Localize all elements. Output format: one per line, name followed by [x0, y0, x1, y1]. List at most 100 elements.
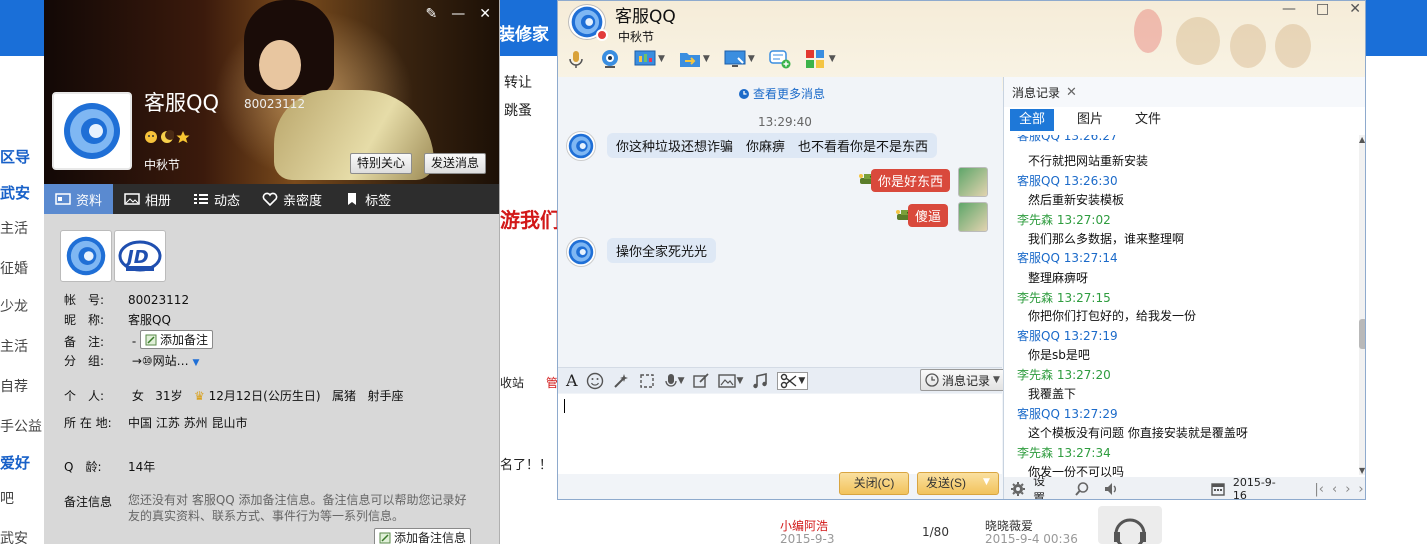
search-icon[interactable]	[1074, 481, 1089, 497]
history-tab-files[interactable]: 文件	[1126, 109, 1170, 131]
chevron-down-icon[interactable]: ▼	[993, 375, 1000, 385]
close-button[interactable]: ✕	[479, 6, 491, 22]
message-bubble-sent[interactable]: 傻逼	[908, 204, 949, 227]
maximize-button[interactable]: □	[1316, 1, 1329, 17]
tab-album[interactable]: 相册	[113, 184, 182, 214]
mid-text[interactable]: 跳蚤	[504, 100, 532, 120]
sender-avatar[interactable]	[566, 237, 596, 267]
side-link[interactable]: 征婚	[0, 258, 28, 278]
first-page-icon[interactable]: |‹	[1314, 482, 1324, 497]
scrollbar-thumb[interactable]	[1359, 319, 1365, 349]
chevron-down-icon[interactable]: ▼	[658, 54, 665, 64]
minimize-button[interactable]: —	[451, 6, 465, 22]
history-message[interactable]: 你是sb是吧	[1028, 346, 1090, 363]
chevron-down-icon[interactable]: ▼	[703, 54, 710, 64]
magic-wand-icon[interactable]	[612, 372, 630, 390]
skin-brush-icon[interactable]: ✎	[426, 6, 438, 22]
minimize-button[interactable]: —	[1282, 1, 1296, 17]
message-bubble-received[interactable]: 你这种垃圾还想诈骗 你麻痹 也不看看你是不是东西	[607, 133, 938, 158]
customer-support-widget[interactable]	[1098, 506, 1162, 544]
side-link[interactable]: 区导	[0, 146, 30, 167]
send-image-button[interactable]: ▼	[718, 373, 743, 389]
my-avatar[interactable]	[958, 202, 988, 232]
profile-avatar[interactable]	[52, 92, 132, 170]
chevron-down-icon[interactable]: ▼	[192, 358, 199, 368]
screen-share-button[interactable]: ▼	[634, 49, 665, 69]
close-chat-button[interactable]: 关闭(C)	[839, 472, 909, 495]
sender-avatar[interactable]	[566, 131, 596, 161]
history-tab-images[interactable]: 图片	[1068, 109, 1112, 131]
my-avatar[interactable]	[958, 167, 988, 197]
mid-text[interactable]: 转让	[504, 72, 532, 92]
history-tab-all[interactable]: 全部	[1010, 109, 1055, 131]
new-discussion-button[interactable]	[769, 49, 791, 69]
close-button[interactable]: ✕	[1349, 1, 1361, 17]
view-more-link[interactable]: 查看更多消息	[738, 85, 825, 102]
side-link[interactable]: 少龙	[0, 296, 28, 316]
next-page-icon[interactable]: ›	[1345, 482, 1350, 497]
side-link[interactable]: 爱好	[0, 452, 30, 473]
chevron-down-icon[interactable]: ▼	[829, 54, 836, 64]
calendar-icon[interactable]	[1210, 481, 1225, 497]
apps-button[interactable]: ▼	[805, 49, 836, 69]
settings-label[interactable]: 设置	[1033, 472, 1056, 499]
side-link[interactable]: 武安	[0, 182, 30, 203]
personal-row: 个 人: 女 31岁 ♛ 12月12日(公历生日) 属猪 射手座	[64, 387, 403, 404]
message-input[interactable]	[558, 394, 1002, 474]
group-value[interactable]: →⑩网站…	[132, 354, 189, 368]
message-history-button[interactable]: 消息记录 ▼	[920, 369, 1005, 391]
history-message[interactable]: 这个模板没有问题 你直接安装就是覆盖呀	[1028, 424, 1248, 441]
remote-desktop-button[interactable]: ▼	[724, 49, 755, 69]
history-scrollbar[interactable]: ▲ ▼	[1359, 135, 1365, 475]
gear-icon[interactable]	[1010, 481, 1025, 497]
side-link[interactable]: 武安	[0, 528, 28, 544]
history-message[interactable]: 我们那么多数据，谁来整理啊	[1028, 230, 1184, 247]
last-page-icon[interactable]: ›|	[1358, 482, 1365, 497]
music-icon[interactable]	[751, 372, 769, 390]
voice-call-button[interactable]	[566, 49, 586, 69]
scroll-down-icon[interactable]: ▼	[1359, 466, 1365, 475]
prev-page-icon[interactable]: ‹	[1332, 482, 1337, 497]
video-call-button[interactable]	[600, 49, 620, 69]
add-memo-button[interactable]: 添加备注信息	[374, 528, 472, 544]
mid-text[interactable]: 收站	[500, 374, 524, 391]
font-icon[interactable]: A	[566, 371, 578, 390]
side-link[interactable]: 手公益	[0, 416, 42, 436]
side-link[interactable]: 自荐	[0, 376, 28, 396]
tab-tags[interactable]: 标签	[333, 184, 402, 214]
side-link[interactable]: 吧	[0, 488, 14, 508]
send-options-chevron-icon[interactable]: ▼	[983, 477, 990, 487]
special-care-button[interactable]: 特别关心	[350, 153, 413, 174]
chevron-down-icon[interactable]: ▼	[736, 376, 743, 386]
add-remark-button[interactable]: 添加备注	[140, 330, 214, 349]
message-bubble-sent[interactable]: 你是好东西	[871, 169, 951, 192]
message-bubble-received[interactable]: 操你全家死光光	[607, 238, 717, 263]
side-link[interactable]: 主活	[0, 218, 28, 238]
scroll-up-icon[interactable]: ▲	[1359, 135, 1365, 144]
photo-thumbnail[interactable]	[60, 230, 112, 282]
chevron-down-icon[interactable]: ▼	[798, 376, 805, 386]
history-message[interactable]: 整理麻痹呀	[1028, 269, 1088, 286]
close-history-icon[interactable]: ✕	[1066, 85, 1077, 100]
chevron-down-icon[interactable]: ▼	[748, 54, 755, 64]
history-message[interactable]: 我覆盖下	[1028, 385, 1076, 402]
clock-icon	[925, 373, 939, 387]
mid-text[interactable]: 名了！！	[500, 454, 552, 473]
tab-info[interactable]: 资料	[44, 184, 114, 214]
photo-thumbnail[interactable]: JD	[114, 230, 166, 282]
history-message[interactable]: 你把你们打包好的，给我发一份	[1028, 307, 1196, 324]
screenshot-frame-icon[interactable]	[638, 372, 656, 390]
edit-icon[interactable]	[692, 372, 710, 390]
side-link[interactable]: 主活	[0, 336, 28, 356]
send-file-button[interactable]: ▼	[679, 49, 710, 69]
voice-message-button[interactable]: ▼	[664, 372, 685, 390]
emoji-icon[interactable]	[586, 372, 604, 390]
history-message[interactable]: 不行就把网站重新安装	[1028, 152, 1148, 169]
history-message[interactable]: 然后重新安装模板	[1028, 191, 1124, 208]
tab-intimacy[interactable]: 亲密度	[251, 184, 333, 214]
screenshot-button[interactable]: ▼	[777, 371, 809, 390]
chevron-down-icon[interactable]: ▼	[678, 376, 685, 386]
tab-feed[interactable]: 动态	[182, 184, 251, 214]
speaker-icon[interactable]	[1103, 481, 1118, 497]
send-message-button[interactable]: 发送消息	[424, 153, 487, 174]
